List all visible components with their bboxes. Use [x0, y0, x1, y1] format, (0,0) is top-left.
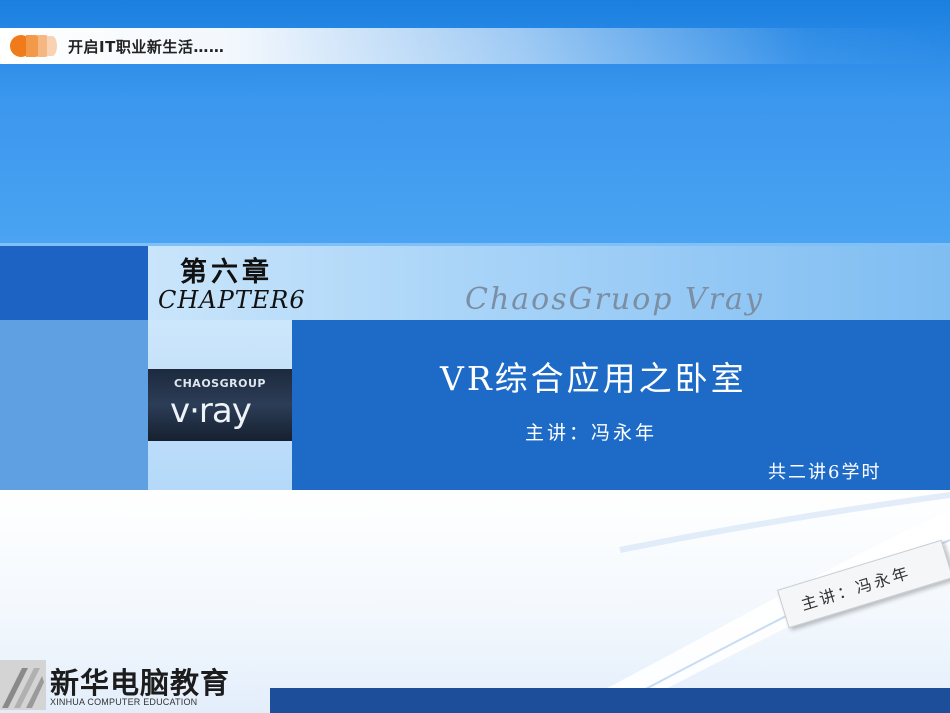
- vray-logo: CHAOSGROUP v·ray: [148, 369, 292, 441]
- course-hours: 共二讲6学时: [768, 462, 882, 483]
- band-block: [0, 246, 148, 320]
- band-block: [0, 320, 148, 490]
- lesson-title: VR综合应用之卧室: [440, 359, 747, 398]
- product-name: ChaosGruop Vray: [465, 282, 764, 317]
- footer-bar: [270, 688, 950, 713]
- speaker-label: 主讲：冯永年: [525, 422, 658, 444]
- orange-dot-icon: [47, 36, 57, 56]
- chapter-number: CHAPTER6: [158, 286, 306, 314]
- xinhua-logo-icon: [0, 660, 46, 710]
- header-tagline: 开启IT职业新生活……: [68, 38, 225, 56]
- brand-name: 新华电脑教育: [50, 666, 231, 700]
- brand-subtitle: XINHUA COMPUTER EDUCATION: [50, 697, 198, 707]
- logo-group-text: CHAOSGROUP: [174, 377, 266, 390]
- chapter-title: 第六章: [180, 257, 273, 288]
- logo-word: v·ray: [170, 391, 252, 431]
